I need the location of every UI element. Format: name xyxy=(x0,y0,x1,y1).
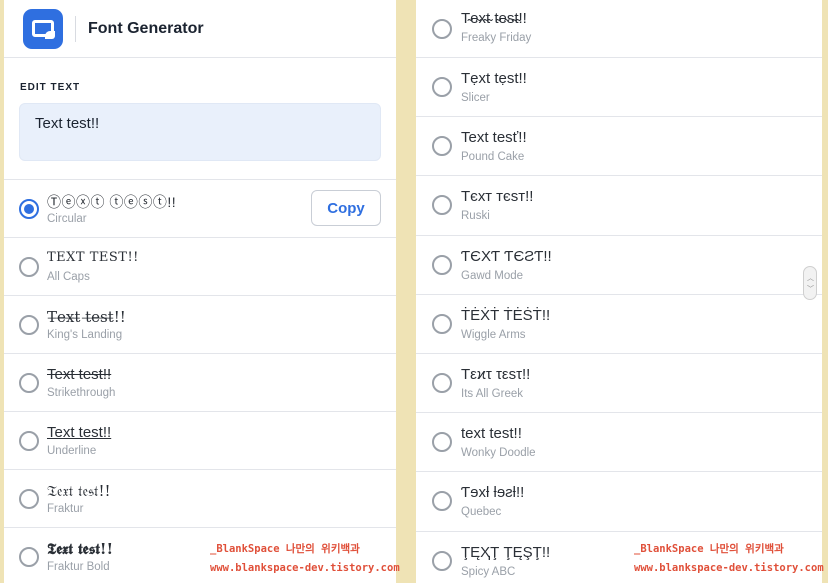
font-style-name: King's Landing xyxy=(47,329,123,341)
font-sample: Text test!! xyxy=(47,366,112,383)
font-option-gawd-mode[interactable]: ƬЄXƬ ƬЄƧƬ!! Gawd Mode xyxy=(416,236,822,295)
font-style-name: Wonky Doodle xyxy=(461,447,536,460)
font-style-name: All Caps xyxy=(47,271,90,283)
font-style-name: Circular xyxy=(47,213,87,225)
font-option-ruski[interactable]: Тєхт тєѕт!! Ruski xyxy=(416,176,822,236)
radio-button[interactable] xyxy=(432,254,452,275)
font-option-its-all-greek[interactable]: Tεϰτ τεsτ!! Its All Greek xyxy=(416,354,822,414)
font-sample: Тєхт тєѕт!! xyxy=(461,188,534,206)
radio-button[interactable] xyxy=(432,136,452,157)
edit-text-label: EDIT TEXT xyxy=(20,82,81,93)
font-style-name: Freaky Friday xyxy=(461,32,532,44)
right-screenshot-panel: T̴e̴x̴t̴ t̴e̴s̴t̴!! Freaky Friday Tẹxt t… xyxy=(416,0,822,583)
font-sample: T̴e̴x̴t̴ t̴e̴s̴t̴!! xyxy=(461,10,527,27)
font-option-kings-landing[interactable]: T̶e̶x̶t̶ t̶e̶s̶t̶!! King's Landing xyxy=(4,296,396,354)
radio-button[interactable] xyxy=(432,550,452,571)
scroll-up-arrow-icon: ︿ xyxy=(807,275,814,282)
font-option-circular[interactable]: Ⓣⓔⓧⓣ ⓣⓔⓢⓣ!! Circular Copy xyxy=(4,180,396,238)
radio-button[interactable] xyxy=(19,430,39,451)
watermark-title: _BlankSpace 나만의 위키백과 xyxy=(634,543,784,555)
app-title: Font Generator xyxy=(88,19,204,37)
edit-text-section: EDIT TEXT xyxy=(4,58,396,180)
font-generator-logo-icon[interactable] xyxy=(23,8,63,49)
font-sample: ṪĖẊṪ ṪĖṠṪ!! xyxy=(461,306,551,324)
font-sample: text test!! xyxy=(461,425,522,443)
radio-button[interactable] xyxy=(432,195,452,216)
radio-button[interactable] xyxy=(19,256,39,277)
font-sample: Text tesť!! xyxy=(461,129,527,147)
font-sample: 𝕿𝖊𝖝𝖙 𝖙𝖊𝖘𝖙!! xyxy=(47,540,114,558)
edit-text-input[interactable] xyxy=(19,103,381,161)
font-sample: Ⓣⓔⓧⓣ ⓣⓔⓢⓣ!! xyxy=(47,194,177,210)
font-style-name: Spicy ABC xyxy=(461,565,516,578)
font-option-strikethrough[interactable]: Text test!! Strikethrough xyxy=(4,354,396,412)
radio-button[interactable] xyxy=(19,546,39,567)
watermark-left: _BlankSpace 나만의 위키백과 www.blankspace-dev.… xyxy=(210,541,400,574)
font-sample: TEXT TEST!! xyxy=(47,250,139,265)
font-style-name: Slicer xyxy=(461,92,490,104)
font-style-name: Strikethrough xyxy=(47,387,116,399)
font-option-slicer[interactable]: Tẹxt tẹst!! Slicer xyxy=(416,58,822,118)
radio-button[interactable] xyxy=(19,314,39,335)
scroll-down-arrow-icon: ﹀ xyxy=(807,286,814,293)
font-sample: Ƭɘxƚ ƚɘƨƚ!! xyxy=(461,484,525,502)
font-sample: T̶e̶x̶t̶ t̶e̶s̶t̶!! xyxy=(47,308,126,326)
header-divider xyxy=(75,15,76,42)
font-sample: Tεϰτ τεsτ!! xyxy=(461,365,531,383)
font-sample: 𝔗𝔢𝔵𝔱 𝔱𝔢𝔰𝔱!! xyxy=(47,482,111,500)
left-screenshot-panel: Font Generator EDIT TEXT Ⓣⓔⓧⓣ ⓣⓔⓢⓣ!! Cir… xyxy=(4,0,396,583)
font-option-fraktur[interactable]: 𝔗𝔢𝔵𝔱 𝔱𝔢𝔰𝔱!! Fraktur xyxy=(4,470,396,528)
radio-button[interactable] xyxy=(432,491,452,512)
scrollbar-handle[interactable]: ︿ ﹀ xyxy=(803,266,817,300)
watermark-right: _BlankSpace 나만의 위키백과 www.blankspace-dev.… xyxy=(634,541,824,574)
radio-button[interactable] xyxy=(432,313,452,334)
font-option-underline[interactable]: Text test!! Underline xyxy=(4,412,396,470)
font-option-freaky-friday[interactable]: T̴e̴x̴t̴ t̴e̴s̴t̴!! Freaky Friday xyxy=(416,0,822,58)
radio-button[interactable] xyxy=(432,373,452,394)
font-option-wiggle-arms[interactable]: ṪĖẊṪ ṪĖṠṪ!! Wiggle Arms xyxy=(416,295,822,354)
font-style-name: Its All Greek xyxy=(461,387,523,400)
radio-button-selected[interactable] xyxy=(19,198,39,219)
watermark-url: www.blankspace-dev.tistory.com xyxy=(634,562,824,574)
font-sample: Text test!! xyxy=(47,424,112,441)
font-sample: Tẹxt tẹst!! xyxy=(461,70,527,87)
app-header: Font Generator xyxy=(4,0,396,58)
font-style-name: Wiggle Arms xyxy=(461,328,526,341)
font-style-name: Gawd Mode xyxy=(461,269,524,282)
font-list-left: Ⓣⓔⓧⓣ ⓣⓔⓢⓣ!! Circular Copy TEXT TEST!! Al… xyxy=(4,180,396,583)
copy-button[interactable]: Copy xyxy=(311,190,381,226)
font-sample: ƬЄXƬ ƬЄƧƬ!! xyxy=(461,247,552,265)
font-style-name: Quebec xyxy=(461,506,502,519)
radio-button[interactable] xyxy=(432,18,452,39)
radio-button[interactable] xyxy=(432,432,452,453)
font-style-name: Ruski xyxy=(461,210,490,223)
watermark-title: _BlankSpace 나만의 위키백과 xyxy=(210,543,360,555)
font-option-wonky-doodle[interactable]: text test!! Wonky Doodle xyxy=(416,413,822,473)
font-sample: ŢĘҲŢ ŢĘŞŢ!! xyxy=(461,543,551,561)
radio-button[interactable] xyxy=(432,77,452,98)
font-style-name: Fraktur Bold xyxy=(47,561,110,573)
watermark-url: www.blankspace-dev.tistory.com xyxy=(210,562,400,574)
font-style-name: Pound Cake xyxy=(461,151,525,164)
font-list-right: T̴e̴x̴t̴ t̴e̴s̴t̴!! Freaky Friday Tẹxt t… xyxy=(416,0,822,583)
font-style-name: Fraktur xyxy=(47,503,84,515)
font-option-all-caps[interactable]: TEXT TEST!! All Caps xyxy=(4,238,396,296)
font-style-name: Underline xyxy=(47,445,97,457)
font-option-pound-cake[interactable]: Text tesť!! Pound Cake xyxy=(416,117,822,177)
font-option-quebec[interactable]: Ƭɘxƚ ƚɘƨƚ!! Quebec xyxy=(416,472,822,532)
radio-button[interactable] xyxy=(19,488,39,509)
radio-button[interactable] xyxy=(19,372,39,393)
